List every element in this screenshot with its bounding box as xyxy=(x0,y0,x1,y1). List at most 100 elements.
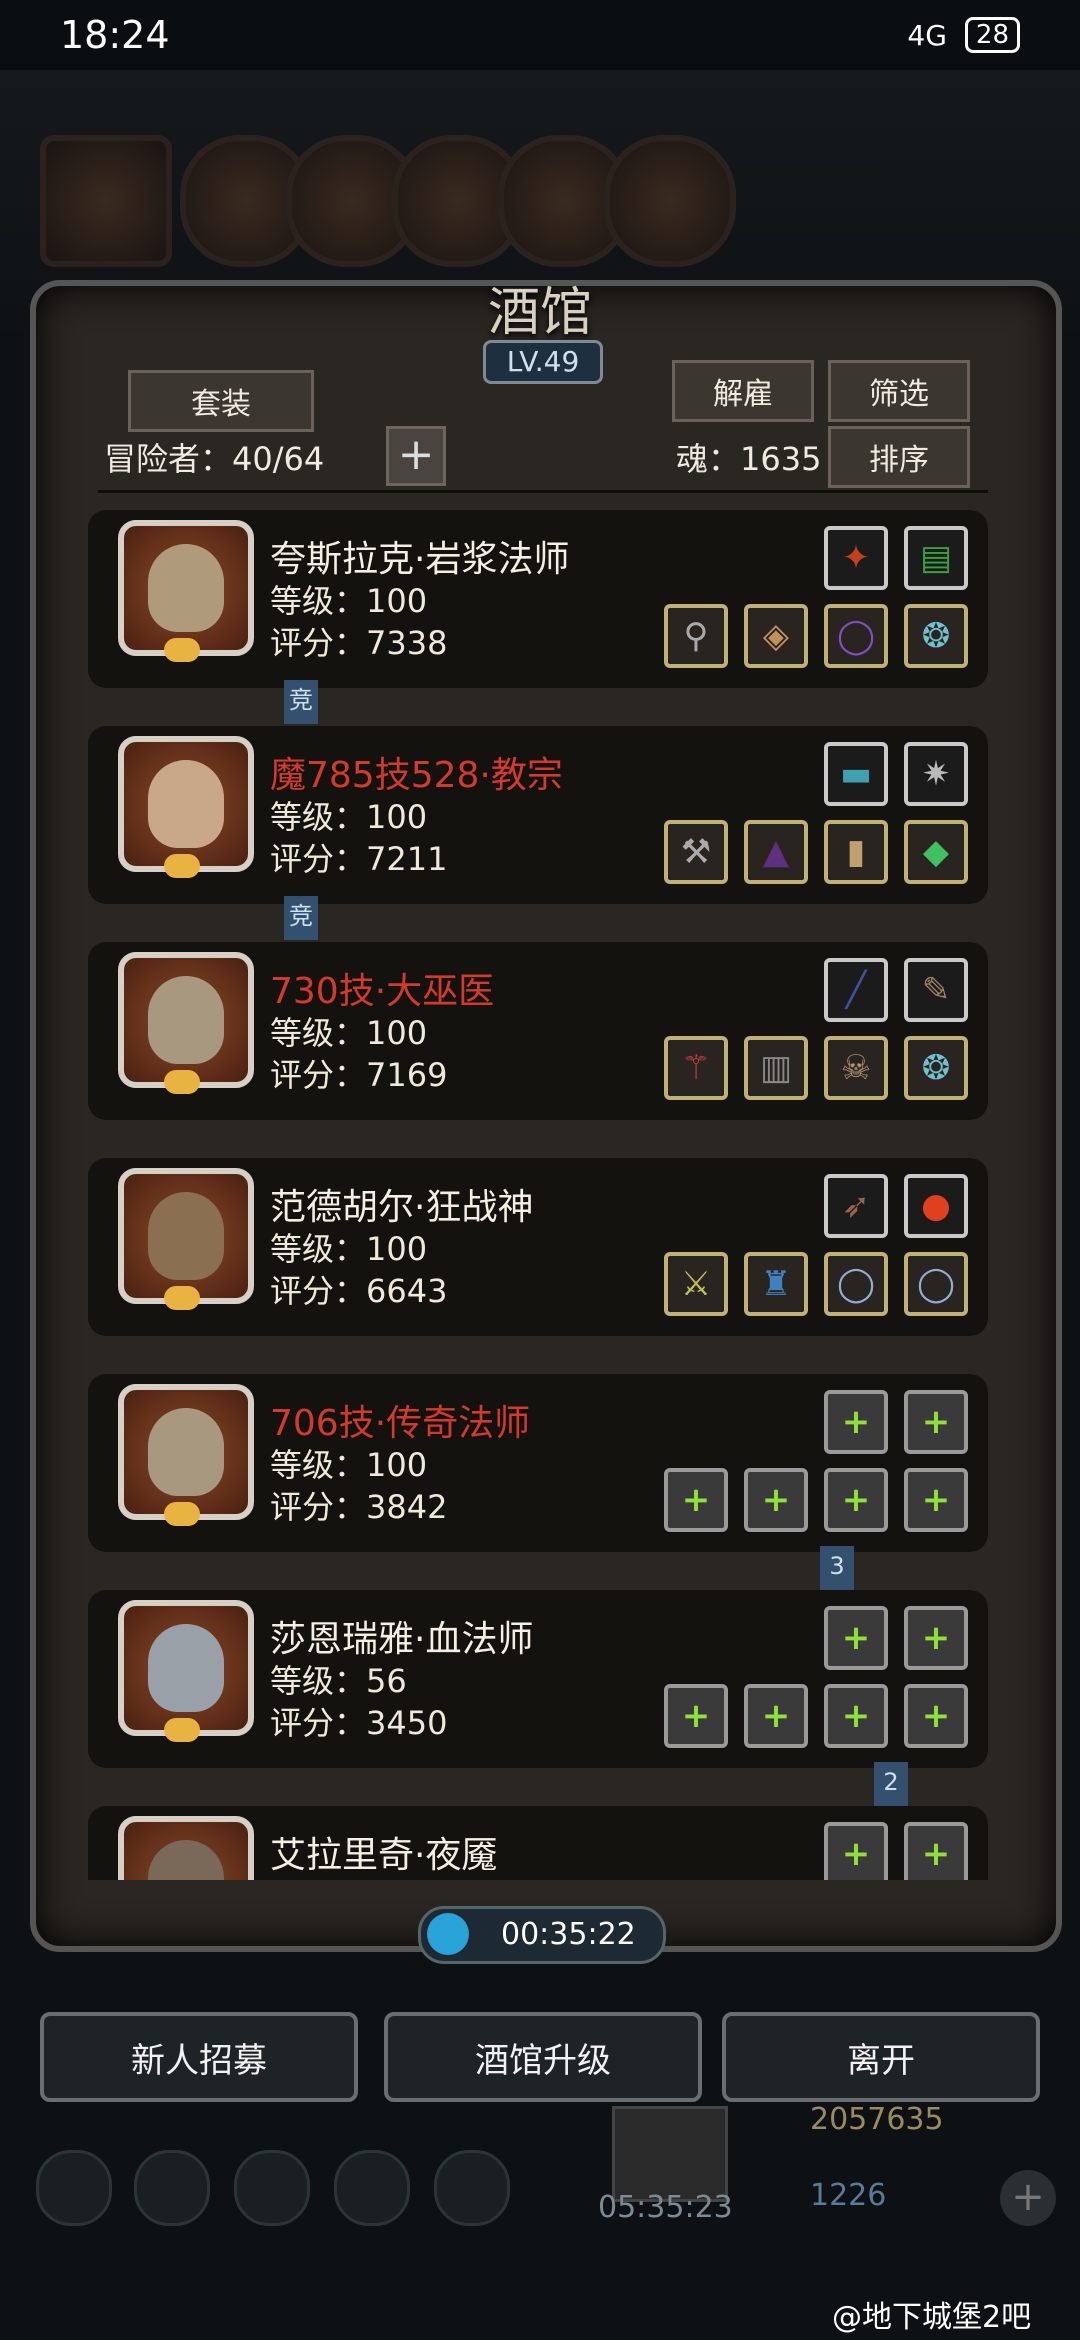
hero-level: 等级：100 xyxy=(270,1446,428,1484)
empty-gear-slot[interactable]: + xyxy=(904,1390,968,1454)
gear-slot[interactable]: ◆ xyxy=(904,820,968,884)
gear-slot[interactable]: ✎ xyxy=(904,958,968,1022)
timer-text: 00:35:22 xyxy=(501,1917,636,1952)
gear-slot[interactable]: ▮ xyxy=(824,820,888,884)
recruit-timer: 00:35:22 xyxy=(418,1906,666,1964)
leave-button[interactable]: 离开 xyxy=(722,2012,1040,2102)
hero-avatar xyxy=(118,520,254,662)
empty-gear-slot[interactable]: + xyxy=(824,1606,888,1670)
filter-button[interactable]: 筛选 xyxy=(828,360,970,422)
hero-score: 评分：3450 xyxy=(270,1704,448,1742)
empty-gear-slot[interactable]: + xyxy=(904,1684,968,1748)
gear-slot[interactable]: ▬ xyxy=(824,742,888,806)
upgrade-tavern-button[interactable]: 酒馆升级 xyxy=(384,2012,702,2102)
battery-indicator: 28 xyxy=(964,17,1020,53)
resource-stone-icon[interactable] xyxy=(604,135,736,267)
empty-gear-slot[interactable]: + xyxy=(664,1684,728,1748)
hero-level: 等级：56 xyxy=(270,1662,407,1700)
rank-tag: 3 xyxy=(820,1546,854,1590)
recruit-button[interactable]: 新人招募 xyxy=(40,2012,358,2102)
gift-timer: 05:35:23 xyxy=(598,2190,733,2225)
hero-avatar xyxy=(118,1384,254,1526)
achievement-icon[interactable] xyxy=(134,2150,210,2226)
hero-card[interactable]: 莎恩瑞雅·血法师 等级：56 评分：3450 + + + + + + xyxy=(88,1590,988,1768)
craft-icon[interactable] xyxy=(434,2150,510,2226)
dismiss-button[interactable]: 解雇 xyxy=(672,360,814,422)
gear-slot[interactable]: ╱ xyxy=(824,958,888,1022)
gear-slot[interactable]: ⚚ xyxy=(664,1036,728,1100)
hero-list[interactable]: 夸斯拉克·岩浆法师 等级：100 评分：7338 ✦ ▤ ⚲ ◈ ◯ ❂ 竞 魔… xyxy=(88,510,988,1880)
gold-amount: 2057635 xyxy=(810,2102,944,2137)
gear-slot[interactable]: ✷ xyxy=(904,742,968,806)
hero-card[interactable]: 艾拉里奇·夜魇 + + xyxy=(88,1806,988,1880)
watermark: @地下城堡2吧 xyxy=(832,2300,1032,2335)
sort-button[interactable]: 排序 xyxy=(828,426,970,488)
gear-slot[interactable]: ➶ xyxy=(824,1174,888,1238)
clock-icon xyxy=(427,1913,469,1955)
status-bar: 18:24 4G 28 xyxy=(0,0,1080,70)
empty-gear-slot[interactable]: + xyxy=(744,1468,808,1532)
gear-slot[interactable]: ◈ xyxy=(744,604,808,668)
hero-card[interactable]: 730技·大巫医 等级：100 评分：7169 ╱ ✎ ⚚ ▥ ☠ ❂ xyxy=(88,942,988,1120)
gear-slot[interactable]: ❂ xyxy=(904,1036,968,1100)
hero-card[interactable]: 范德胡尔·狂战神 等级：100 评分：6643 ➶ ● ⚔ ♜ ◯ ◯ xyxy=(88,1158,988,1336)
empty-gear-slot[interactable]: + xyxy=(824,1390,888,1454)
gear-slot[interactable]: ● xyxy=(904,1174,968,1238)
gear-slot[interactable]: ⚔ xyxy=(664,1252,728,1316)
hero-score: 评分：7211 xyxy=(270,840,448,878)
panel-title: 酒馆 xyxy=(487,283,592,343)
hero-level: 等级：100 xyxy=(270,1230,428,1268)
settings-icon[interactable] xyxy=(36,2150,112,2226)
hero-portrait-icon[interactable] xyxy=(40,135,172,267)
hero-level: 等级：100 xyxy=(270,1014,428,1052)
gem-amount: 1226 xyxy=(810,2178,887,2213)
map-icon[interactable] xyxy=(234,2150,310,2226)
hero-score: 评分：7338 xyxy=(270,624,448,662)
hero-name: 范德胡尔·狂战神 xyxy=(270,1187,534,1228)
empty-gear-slot[interactable]: + xyxy=(824,1822,888,1880)
empty-gear-slot[interactable]: + xyxy=(904,1468,968,1532)
gear-slot[interactable]: ▤ xyxy=(904,526,968,590)
empty-gear-slot[interactable]: + xyxy=(904,1822,968,1880)
adventurer-count: 冒险者：40/64 xyxy=(104,440,325,478)
gear-slot[interactable]: ◯ xyxy=(824,604,888,668)
add-currency-button[interactable]: + xyxy=(1000,2170,1056,2226)
hero-name: 艾拉里奇·夜魇 xyxy=(270,1835,498,1876)
hero-name: 魔785技528·教宗 xyxy=(270,755,563,796)
soul-count: 魂：1635 xyxy=(676,440,822,478)
hero-name: 莎恩瑞雅·血法师 xyxy=(270,1619,534,1660)
gear-slot[interactable]: ▲ xyxy=(744,820,808,884)
signal-indicator: 4G xyxy=(907,18,947,52)
mail-icon[interactable] xyxy=(334,2150,410,2226)
hero-name: 730技·大巫医 xyxy=(270,971,495,1012)
hero-name: 夸斯拉克·岩浆法师 xyxy=(270,539,570,580)
empty-gear-slot[interactable]: + xyxy=(664,1468,728,1532)
hero-level: 等级：100 xyxy=(270,582,428,620)
hero-avatar xyxy=(118,1168,254,1310)
rank-tag: 2 xyxy=(874,1762,908,1806)
empty-gear-slot[interactable]: + xyxy=(824,1468,888,1532)
gear-slot[interactable]: ◯ xyxy=(824,1252,888,1316)
hero-card[interactable]: 706技·传奇法师 等级：100 评分：3842 + + + + + + xyxy=(88,1374,988,1552)
hero-score: 评分：3842 xyxy=(270,1488,448,1526)
gear-slot[interactable]: ♜ xyxy=(744,1252,808,1316)
hero-card[interactable]: 夸斯拉克·岩浆法师 等级：100 评分：7338 ✦ ▤ ⚲ ◈ ◯ ❂ xyxy=(88,510,988,688)
empty-gear-slot[interactable]: + xyxy=(824,1684,888,1748)
empty-gear-slot[interactable]: + xyxy=(904,1606,968,1670)
gear-slot[interactable]: ⚒ xyxy=(664,820,728,884)
hero-score: 评分：6643 xyxy=(270,1272,448,1310)
hero-card[interactable]: 魔785技528·教宗 等级：100 评分：7211 ▬ ✷ ⚒ ▲ ▮ ◆ xyxy=(88,726,988,904)
empty-gear-slot[interactable]: + xyxy=(744,1684,808,1748)
add-slot-button[interactable]: + xyxy=(386,426,446,486)
status-icons: 4G 28 xyxy=(907,17,1020,53)
hero-avatar xyxy=(118,736,254,878)
gear-slot[interactable]: ◯ xyxy=(904,1252,968,1316)
gear-slot[interactable]: ❂ xyxy=(904,604,968,668)
gift-box-icon[interactable] xyxy=(612,2106,728,2202)
gear-slot[interactable]: ▥ xyxy=(744,1036,808,1100)
set-button[interactable]: 套装 xyxy=(128,370,314,432)
hero-name: 706技·传奇法师 xyxy=(270,1403,531,1444)
gear-slot[interactable]: ✦ xyxy=(824,526,888,590)
gear-slot[interactable]: ☠ xyxy=(824,1036,888,1100)
gear-slot[interactable]: ⚲ xyxy=(664,604,728,668)
